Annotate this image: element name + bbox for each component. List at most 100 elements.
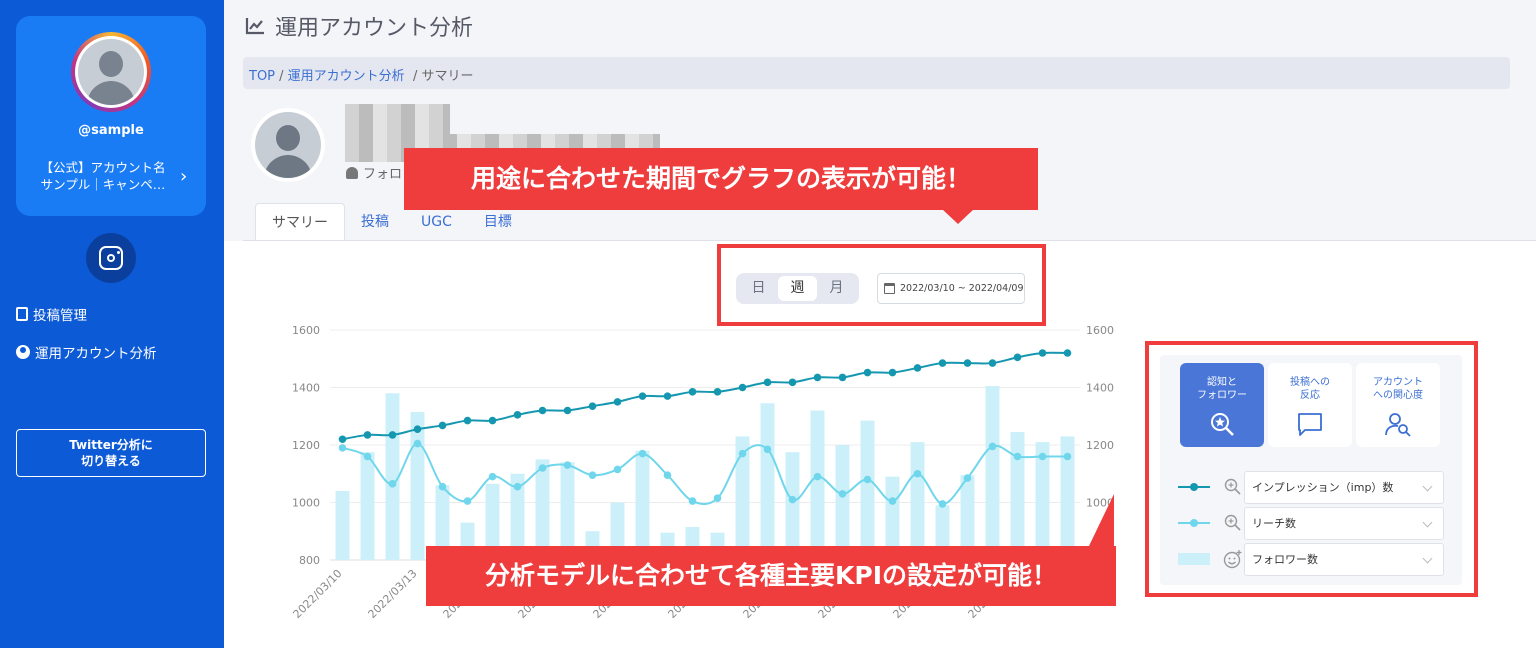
tablet-icon — [16, 307, 28, 321]
reach-point — [563, 461, 572, 469]
reach-point — [363, 452, 372, 461]
reach-point — [538, 464, 547, 472]
reach-point — [588, 471, 597, 479]
reach-point — [788, 495, 797, 504]
follower-bar — [760, 403, 775, 560]
breadcrumb: TOP / 運用アカウント分析 / サマリー — [243, 57, 1510, 89]
profile-avatar — [251, 108, 325, 182]
impressions-point — [738, 383, 747, 392]
kpi-select-reach[interactable]: リーチ数 — [1244, 507, 1444, 540]
y-left-tick-label: 1600 — [292, 324, 320, 337]
impressions-point — [588, 402, 597, 410]
kpi-card-awareness[interactable]: 認知と フォロワー — [1180, 363, 1264, 447]
reach-point — [463, 497, 472, 505]
user-icon — [346, 166, 358, 179]
impressions-point — [413, 425, 422, 433]
impressions-point — [438, 421, 447, 430]
kpi-card-engagement[interactable]: 投稿への 反応 — [1268, 363, 1352, 447]
user-circle-icon — [16, 345, 30, 359]
tab-posts[interactable]: 投稿 — [345, 203, 405, 241]
impressions-point — [688, 388, 697, 396]
tab-summary[interactable]: サマリー — [255, 203, 345, 241]
impressions-point — [538, 406, 547, 415]
kpi-card-interest[interactable]: アカウント への関心度 — [1356, 363, 1440, 447]
y-left-tick-label: 1400 — [292, 382, 320, 395]
switch-to-twitter-button[interactable]: Twitter分析に 切り替える — [16, 429, 206, 477]
kpi-select-followers[interactable]: フォロワー数 — [1244, 543, 1444, 576]
breadcrumb-current: サマリー — [421, 69, 474, 84]
impressions-point — [388, 431, 397, 439]
follower-bar — [860, 420, 875, 560]
y-right-tick-label: 1600 — [1086, 324, 1114, 337]
nav-label: 運用アカウント分析 — [35, 346, 157, 362]
sidebar: @sample 【公式】アカウント名 サンプル｜キャンペ… › 投稿管理 運用ア… — [0, 0, 224, 648]
reach-point — [738, 449, 747, 458]
impressions-point — [638, 392, 647, 400]
reach-point — [938, 500, 947, 508]
account-name: 【公式】アカウント名 サンプル｜キャンペ… — [40, 160, 166, 192]
zoom-in-icon — [1224, 478, 1241, 495]
reach-point — [488, 472, 497, 481]
impressions-point — [913, 364, 922, 372]
follower-bar — [1010, 432, 1025, 560]
impressions-point — [788, 378, 797, 387]
breadcrumb-analysis[interactable]: 運用アカウント分析 — [288, 69, 405, 84]
reach-point — [438, 482, 447, 491]
impressions-point — [938, 359, 947, 367]
legend-dark-line-icon — [1178, 483, 1210, 491]
magnify-star-icon — [1211, 413, 1234, 436]
reach-point — [988, 442, 997, 451]
nav-post-management[interactable]: 投稿管理 — [16, 304, 87, 324]
follower-bar — [910, 442, 925, 560]
impressions-point — [863, 368, 872, 377]
impressions-point — [838, 373, 847, 382]
reach-point — [513, 482, 522, 491]
follower-label: フォロ — [346, 163, 402, 182]
nav-account-analysis[interactable]: 運用アカウント分析 — [16, 342, 157, 362]
chevron-down-icon — [1422, 553, 1433, 564]
kpi-row-followers — [1178, 542, 1243, 576]
callout-period: 用途に合わせた期間でグラフの表示が可能！ — [404, 148, 1038, 224]
account-avatar — [71, 32, 151, 112]
y-right-tick-label: 1400 — [1086, 382, 1114, 395]
instagram-icon[interactable] — [86, 233, 136, 283]
follower-bar — [835, 445, 850, 560]
reach-point — [663, 471, 672, 479]
impressions-point — [363, 431, 372, 439]
impressions-point — [663, 392, 672, 400]
kpi-select-impressions[interactable]: インプレッション（imp）数 — [1244, 471, 1444, 504]
tab-divider — [243, 240, 1536, 241]
follower-bar — [785, 452, 800, 560]
chevron-right-icon[interactable]: › — [180, 166, 187, 187]
page-title: 運用アカウント分析 — [245, 10, 473, 42]
impressions-point — [763, 378, 772, 387]
zoom-in-icon — [1224, 514, 1241, 531]
x-tick-label: 2022/03/10 — [291, 567, 345, 621]
reach-point — [913, 469, 922, 478]
x-tick-label: 2022/03/13 — [366, 567, 420, 621]
impressions-point — [563, 406, 572, 415]
breadcrumb-top[interactable]: TOP — [249, 69, 275, 84]
reach-point — [838, 490, 847, 498]
reach-point — [638, 449, 647, 458]
impressions-point — [813, 373, 822, 382]
y-right-tick-label: 1200 — [1086, 439, 1114, 452]
kpi-panel: 認知と フォロワー 投稿への 反応 アカウント への関心度 インプレッション（imp）… — [1160, 355, 1462, 585]
impressions-point — [463, 416, 472, 425]
impressions-point — [1063, 349, 1072, 357]
account-card[interactable]: @sample 【公式】アカウント名 サンプル｜キャンペ… › — [16, 16, 206, 216]
reach-point — [1038, 452, 1047, 461]
impressions-point — [1013, 353, 1022, 362]
impressions-line — [342, 351, 1068, 441]
account-username: @sample — [78, 123, 144, 138]
impressions-point — [338, 435, 347, 444]
reach-point — [863, 475, 872, 484]
highlight-period — [717, 244, 1046, 326]
reach-point — [963, 474, 972, 482]
legend-light-line-icon — [1178, 519, 1210, 527]
legend-bar-icon — [1178, 553, 1210, 565]
impressions-point — [513, 411, 522, 419]
y-left-tick-label: 1200 — [292, 439, 320, 452]
follower-bar — [635, 450, 650, 560]
reach-point — [613, 465, 622, 474]
